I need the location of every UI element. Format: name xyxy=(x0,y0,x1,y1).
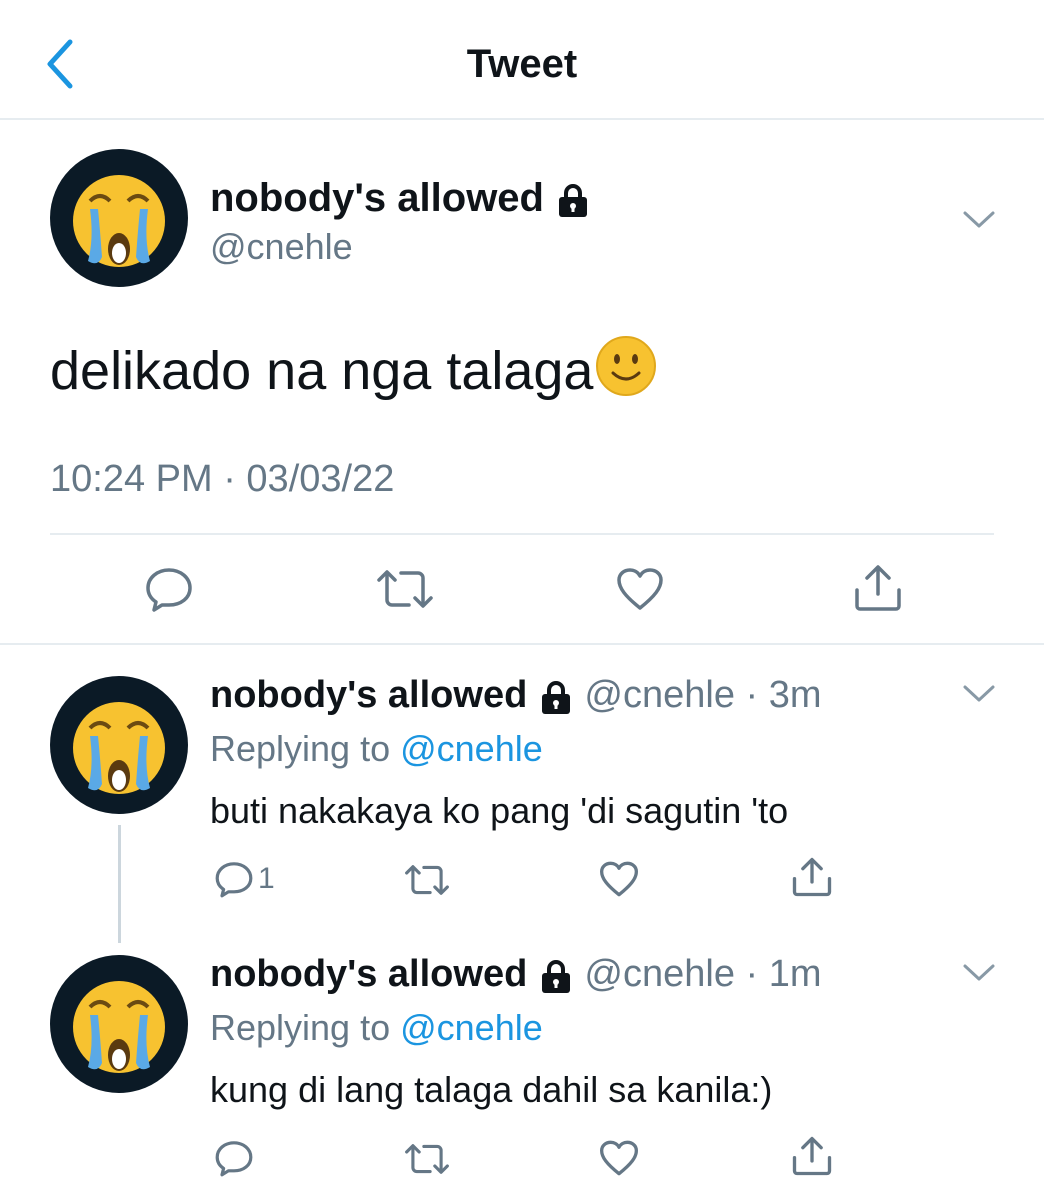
heart-icon xyxy=(600,1140,638,1176)
chevron-down-icon[interactable] xyxy=(962,210,996,230)
reply-handle-time: @cnehle · 3m xyxy=(584,674,822,716)
display-name[interactable]: nobody's allowed xyxy=(210,176,591,221)
retweet-icon xyxy=(405,1144,449,1174)
handle[interactable]: @cnehle xyxy=(210,226,353,268)
retweet-icon xyxy=(405,865,449,895)
share-icon xyxy=(855,565,901,611)
retweet-button[interactable] xyxy=(403,862,451,898)
mention-link[interactable]: @cnehle xyxy=(400,728,543,769)
chevron-down-icon[interactable] xyxy=(962,684,996,704)
replying-to: Replying to @cnehle xyxy=(210,1007,543,1048)
lock-icon xyxy=(559,184,588,218)
tweet-timestamp: 10:24 PM · 03/03/22 xyxy=(50,458,395,500)
like-button[interactable] xyxy=(598,860,640,898)
reply-icon xyxy=(215,1141,253,1177)
tweet-text: delikado na nga talaga xyxy=(50,335,657,402)
lock-icon xyxy=(541,680,570,714)
reply-header[interactable]: nobody's allowed @cnehle · 3m xyxy=(210,674,822,717)
heart-icon xyxy=(617,568,663,610)
reply-display-name: nobody's allowed xyxy=(210,674,528,716)
reply-avatar[interactable] xyxy=(50,676,188,814)
crying-face-avatar-icon xyxy=(73,981,165,1073)
share-button[interactable] xyxy=(791,1136,833,1176)
retweet-icon xyxy=(377,570,433,608)
retweet-button[interactable] xyxy=(403,1141,451,1177)
top-bar: Tweet xyxy=(0,0,1044,120)
retweet-button[interactable] xyxy=(375,566,435,612)
replying-to: Replying to @cnehle xyxy=(210,728,543,769)
reply-icon xyxy=(215,862,253,898)
share-icon xyxy=(792,1136,832,1176)
reply-count: 1 xyxy=(258,862,275,895)
reply-icon xyxy=(146,568,192,612)
slightly-smiling-face-icon xyxy=(596,336,657,396)
reply-text: kung di lang talaga dahil sa kanila:) xyxy=(210,1069,773,1110)
chevron-down-icon[interactable] xyxy=(962,963,996,983)
heart-icon xyxy=(600,861,638,897)
share-button[interactable] xyxy=(853,564,903,612)
share-icon xyxy=(792,857,832,897)
lock-icon xyxy=(541,959,570,993)
section-divider xyxy=(0,643,1044,645)
reply-header[interactable]: nobody's allowed @cnehle · 1m xyxy=(210,953,822,996)
crying-face-avatar-icon xyxy=(73,702,165,794)
reply-handle-time: @cnehle · 1m xyxy=(584,953,822,995)
share-button[interactable] xyxy=(791,857,833,897)
divider xyxy=(50,533,994,535)
reply-text: buti nakakaya ko pang 'di sagutin 'to xyxy=(210,790,789,831)
avatar[interactable] xyxy=(50,149,188,287)
mention-link[interactable]: @cnehle xyxy=(400,1007,543,1048)
reply-button[interactable] xyxy=(144,566,194,612)
page-title: Tweet xyxy=(466,42,578,86)
reply-display-name: nobody's allowed xyxy=(210,953,528,995)
reply-avatar[interactable] xyxy=(50,955,188,1093)
crying-face-avatar-icon xyxy=(73,175,165,267)
thread-connector xyxy=(118,825,121,943)
reply-button[interactable] xyxy=(214,1139,254,1177)
reply-button[interactable] xyxy=(214,860,254,898)
like-button[interactable] xyxy=(615,566,665,612)
like-button[interactable] xyxy=(598,1139,640,1177)
